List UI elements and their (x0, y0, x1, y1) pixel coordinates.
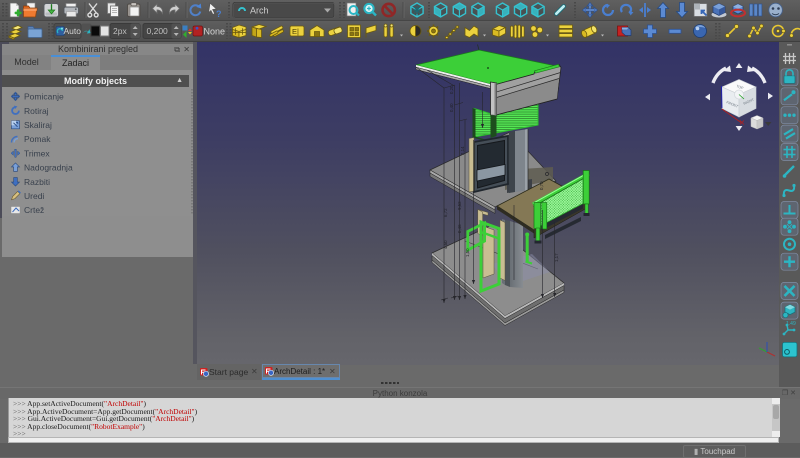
svg-text:2px: 2px (113, 26, 127, 36)
svg-text:Rotiraj: Rotiraj (24, 106, 49, 116)
svg-text:Crtež: Crtež (24, 205, 44, 215)
svg-text:0,200: 0,200 (147, 26, 169, 36)
svg-text:Razbiti: Razbiti (24, 177, 50, 187)
svg-text:9,52: 9,52 (457, 201, 462, 210)
svg-text:1,50: 1,50 (465, 248, 470, 257)
svg-text:4,50: 4,50 (443, 240, 448, 249)
svg-text:Auto: Auto (64, 26, 82, 36)
svg-text:Pomicanje: Pomicanje (24, 92, 64, 102)
svg-text:0,40: 0,40 (449, 103, 454, 112)
svg-text:2,14: 2,14 (460, 146, 465, 155)
svg-text:0,70: 0,70 (539, 181, 544, 190)
svg-text:E|: E| (292, 27, 299, 36)
svg-text:1,17: 1,17 (554, 253, 559, 262)
svg-text:?: ? (216, 9, 222, 19)
svg-text:Skaliraj: Skaliraj (24, 120, 52, 130)
svg-text:0,46: 0,46 (457, 224, 462, 233)
svg-text:Nadogradnja: Nadogradnja (24, 163, 73, 173)
svg-text:Pomak: Pomak (24, 134, 51, 144)
svg-text:6,72: 6,72 (443, 208, 448, 217)
svg-text:Uredi: Uredi (24, 191, 44, 201)
svg-text:0,20: 0,20 (449, 85, 454, 94)
svg-text:None: None (204, 27, 226, 37)
svg-text:1.49: 1.49 (786, 321, 796, 327)
svg-text:Arch: Arch (250, 6, 269, 16)
svg-text:Trimex: Trimex (24, 148, 50, 158)
